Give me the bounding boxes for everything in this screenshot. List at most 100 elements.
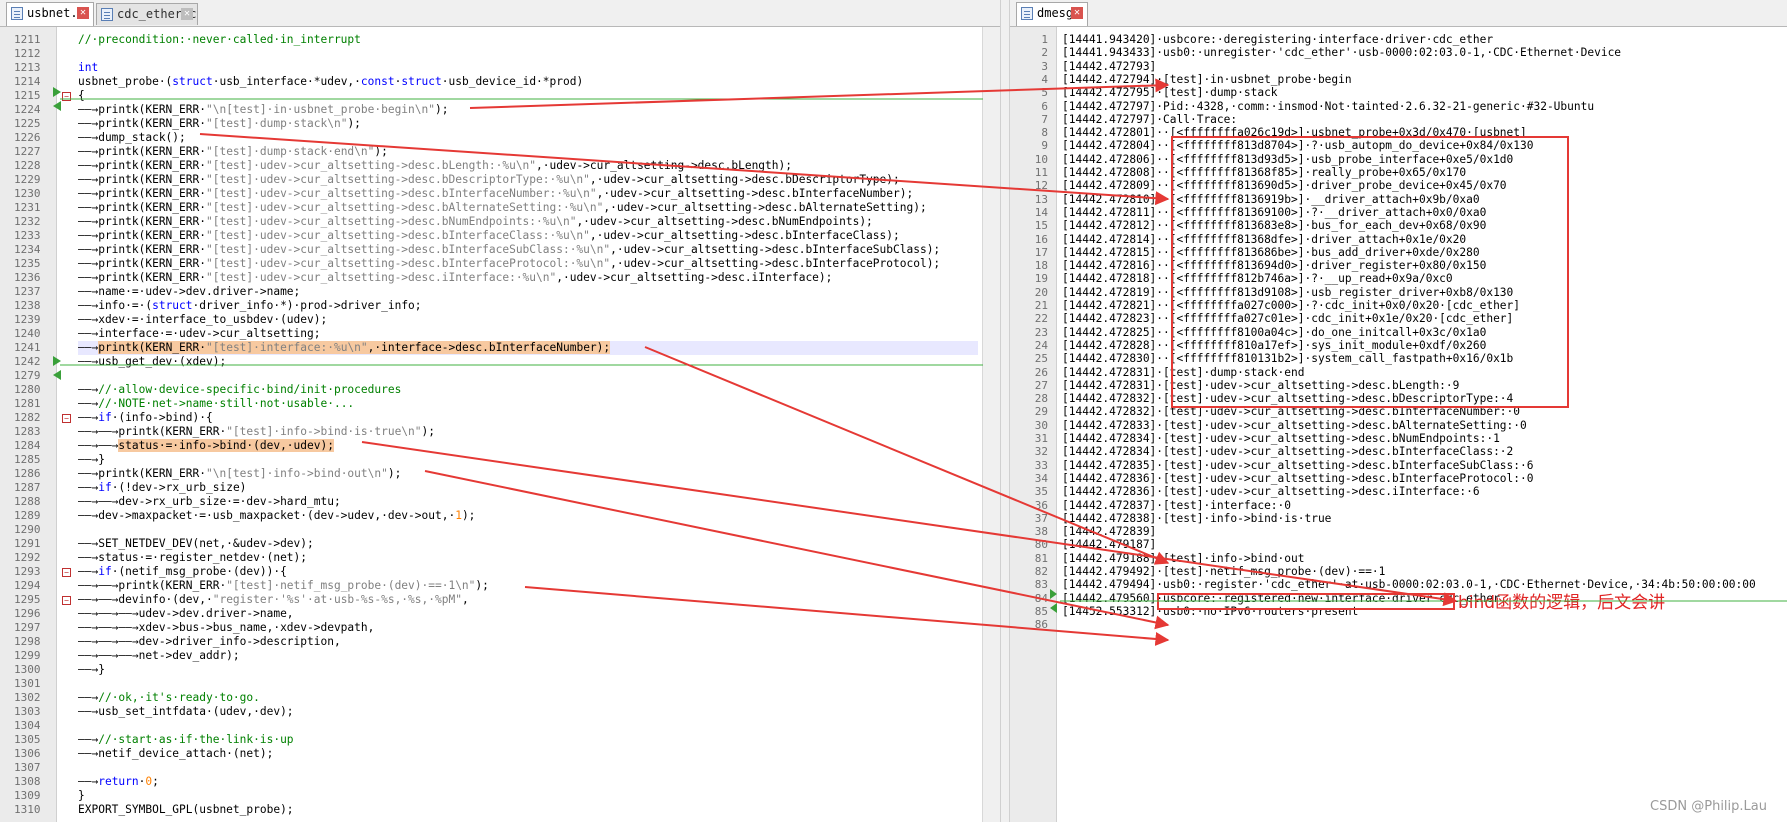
code-line[interactable]: ——→interface·=·udev->cur_altsetting;	[78, 327, 320, 341]
log-line[interactable]: [14442.472834]·[test]·udev->cur_altsetti…	[1062, 445, 1513, 459]
log-line[interactable]: [14442.472821]··[<ffffffffa027c000>]·?·c…	[1062, 299, 1520, 313]
code-line[interactable]: ——→printk(KERN_ERR·"[test]·udev->cur_alt…	[78, 173, 900, 187]
log-line[interactable]: [14442.479188]·[test]·info->bind·out	[1062, 552, 1304, 566]
log-line[interactable]: [14442.472804]··[<ffffffff813d8704>]·?·u…	[1062, 139, 1533, 153]
code-line[interactable]: ——→if·(info->bind)·{	[78, 411, 213, 425]
log-line[interactable]: [14442.472832]·[test]·udev->cur_altsetti…	[1062, 405, 1520, 419]
log-line[interactable]: [14442.472808]··[<ffffffff81368f85>]·rea…	[1062, 166, 1466, 180]
log-line[interactable]: [14442.472828]··[<ffffffff810a17ef>]·sys…	[1062, 339, 1486, 353]
code-line[interactable]: ——→printk(KERN_ERR·"[test]·udev->cur_alt…	[78, 201, 927, 215]
log-line[interactable]: [14442.472836]·[test]·udev->cur_altsetti…	[1062, 472, 1533, 486]
pane-splitter[interactable]	[1000, 0, 1010, 822]
log-line[interactable]: [14442.472810]··[<ffffffff8136919b>]·__d…	[1062, 193, 1480, 207]
code-line[interactable]: ——→——→——→xdev->bus->bus_name,·xdev->devp…	[78, 621, 374, 635]
log-line[interactable]: [14442.472831]·[test]·udev->cur_altsetti…	[1062, 379, 1459, 393]
code-line[interactable]: ——→printk(KERN_ERR·"[test]·dump·stack\n"…	[78, 117, 361, 131]
code-line[interactable]: ——→netif_device_attach·(net);	[78, 747, 273, 761]
log-line[interactable]: [14442.472811]··[<ffffffff81369100>]·?·_…	[1062, 206, 1486, 220]
log-line[interactable]: [14442.472830]··[<ffffffff810131b2>]·sys…	[1062, 352, 1513, 366]
code-line[interactable]: ——→usb_set_intfdata·(udev,·dev);	[78, 705, 294, 719]
code-line[interactable]: ——→printk(KERN_ERR·"[test]·udev->cur_alt…	[78, 215, 873, 229]
code-line[interactable]: ——→}	[78, 453, 105, 467]
log-line[interactable]: [14442.472815]··[<ffffffff813686be>]·bus…	[1062, 246, 1480, 260]
log-line[interactable]: [14442.472797]·Pid:·4328,·comm:·insmod·N…	[1062, 100, 1594, 114]
code-line[interactable]: ——→info·=·(struct·driver_info·*)·prod->d…	[78, 299, 422, 313]
code-line[interactable]: ——→//·NOTE·net->name·still·not·usable·..…	[78, 397, 354, 411]
log-line[interactable]: [14442.472831]·[test]·dump·stack·end	[1062, 366, 1304, 380]
tab-usbnet-c[interactable]: usbnet.c ✕	[6, 2, 94, 26]
log-line[interactable]: [14442.472801]··[<ffffffffa026c19d>]·usb…	[1062, 126, 1527, 140]
log-line[interactable]: [14441.943433]·usb0:·unregister·'cdc_eth…	[1062, 46, 1621, 60]
vertical-scrollbar[interactable]	[982, 27, 1000, 822]
code-line[interactable]: int	[78, 61, 98, 75]
log-line[interactable]: [14442.472818]··[<ffffffff812b746a>]·?·_…	[1062, 272, 1453, 286]
tab-cdc-ether-c[interactable]: cdc_ether.c ✕	[96, 3, 198, 25]
code-line[interactable]: ——→xdev·=·interface_to_usbdev·(udev);	[78, 313, 327, 327]
code-line[interactable]: ——→printk(KERN_ERR·"[test]·udev->cur_alt…	[78, 229, 900, 243]
code-line[interactable]: ——→——→printk(KERN_ERR·"[test]·netif_msg_…	[78, 579, 489, 593]
code-line[interactable]: ——→//·ok,·it's·ready·to·go.	[78, 691, 260, 705]
code-line[interactable]: ——→printk(KERN_ERR·"[test]·udev->cur_alt…	[78, 187, 913, 201]
code-line[interactable]: ——→printk(KERN_ERR·"[test]·udev->cur_alt…	[78, 257, 940, 271]
log-line[interactable]: [14442.472823]··[<ffffffffa027c01e>]·cdc…	[1062, 312, 1513, 326]
log-line[interactable]: [14442.479187]	[1062, 538, 1156, 552]
code-line[interactable]: {	[78, 89, 85, 103]
code-line[interactable]: EXPORT_SYMBOL_GPL(usbnet_probe);	[78, 803, 294, 817]
log-line[interactable]: [14442.472825]··[<ffffffff8100a04c>]·do_…	[1062, 326, 1486, 340]
log-line[interactable]: [14442.472837]·[test]·interface:·0	[1062, 499, 1291, 513]
code-line[interactable]: ——→SET_NETDEV_DEV(net,·&udev->dev);	[78, 537, 314, 551]
fold-toggle-icon[interactable]: −	[62, 92, 71, 101]
log-line[interactable]: [14442.472806]··[<ffffffff813d93d5>]·usb…	[1062, 153, 1513, 167]
log-line[interactable]: [14442.472794]·[test]·in·usbnet_probe·be…	[1062, 73, 1352, 87]
code-line[interactable]: ——→printk(KERN_ERR·"[test]·udev->cur_alt…	[78, 271, 832, 285]
code-line[interactable]: ——→——→——→net->dev_addr);	[78, 649, 240, 663]
log-line[interactable]: [14442.472793]	[1062, 60, 1156, 74]
close-tab-icon[interactable]: ✕	[1071, 7, 1083, 19]
code-line[interactable]: }	[78, 789, 85, 803]
code-line[interactable]: ——→——→devinfo·(dev,·"register·'%s'·at·us…	[78, 593, 469, 607]
code-line[interactable]: ——→printk(KERN_ERR·"[test]·interface:·%u…	[78, 341, 611, 355]
code-line[interactable]: ——→printk(KERN_ERR·"\n[test]·in·usbnet_p…	[78, 103, 448, 117]
code-line[interactable]: //·precondition:·never·called·in_interru…	[78, 33, 361, 47]
code-line[interactable]: ——→if·(!dev->rx_urb_size)	[78, 481, 246, 495]
close-tab-icon[interactable]: ✕	[181, 8, 193, 20]
log-line[interactable]: [14442.472835]·[test]·udev->cur_altsetti…	[1062, 459, 1533, 473]
code-line[interactable]: ——→printk(KERN_ERR·"[test]·udev->cur_alt…	[78, 243, 940, 257]
code-line[interactable]: ——→printk(KERN_ERR·"\n[test]·info->bind·…	[78, 467, 401, 481]
code-line[interactable]: ——→return·0;	[78, 775, 159, 789]
code-line[interactable]: ——→//·allow·device-specific·bind/init·pr…	[78, 383, 401, 397]
log-line[interactable]: [14442.479560]·usbcore:·registered·new·i…	[1062, 592, 1500, 606]
code-line[interactable]: ——→——→printk(KERN_ERR·"[test]·info->bind…	[78, 425, 435, 439]
fold-toggle-icon[interactable]: −	[62, 568, 71, 577]
code-line[interactable]: usbnet_probe·(struct·usb_interface·*udev…	[78, 75, 583, 89]
log-line[interactable]: [14442.472832]·[test]·udev->cur_altsetti…	[1062, 392, 1513, 406]
log-line[interactable]: [14452.553312]·usb0:·no·IPv6·routers·pre…	[1062, 605, 1358, 619]
log-line[interactable]: [14442.479492]·[test]·netif_msg_probe·(d…	[1062, 565, 1385, 579]
log-line[interactable]: [14442.472809]··[<ffffffff813690d5>]·dri…	[1062, 179, 1507, 193]
code-line[interactable]: ——→if·(netif_msg_probe·(dev))·{	[78, 565, 287, 579]
fold-toggle-icon[interactable]: −	[62, 596, 71, 605]
log-line[interactable]: [14442.472838]·[test]·info->bind·is·true	[1062, 512, 1331, 526]
code-line[interactable]: ——→——→——→dev->driver_info->description,	[78, 635, 341, 649]
code-line[interactable]: ——→status·=·register_netdev·(net);	[78, 551, 307, 565]
log-line[interactable]: [14442.472839]	[1062, 525, 1156, 539]
tab-dmesg[interactable]: dmesg ✕	[1016, 2, 1088, 26]
log-line[interactable]: [14442.472797]·Call·Trace:	[1062, 113, 1237, 127]
log-line[interactable]: [14442.472812]··[<ffffffff813683e8>]·bus…	[1062, 219, 1486, 233]
log-line[interactable]: [14442.472816]··[<ffffffff813694d0>]·dri…	[1062, 259, 1486, 273]
code-line[interactable]: ——→usb_get_dev·(xdev);	[78, 355, 226, 369]
log-line[interactable]: [14442.472795]·[test]·dump·stack	[1062, 86, 1278, 100]
code-line[interactable]: ——→//·start·as·if·the·link·is·up	[78, 733, 294, 747]
code-line[interactable]: ——→printk(KERN_ERR·"[test]·udev->cur_alt…	[78, 159, 792, 173]
code-line[interactable]: ——→dump_stack();	[78, 131, 186, 145]
fold-toggle-icon[interactable]: −	[62, 414, 71, 423]
code-line[interactable]: ——→dev->maxpacket·=·usb_maxpacket·(dev->…	[78, 509, 475, 523]
code-line[interactable]: ——→}	[78, 663, 105, 677]
log-line[interactable]: [14442.472819]··[<ffffffff813d9108>]·usb…	[1062, 286, 1513, 300]
log-line[interactable]: [14442.472834]·[test]·udev->cur_altsetti…	[1062, 432, 1500, 446]
close-tab-icon[interactable]: ✕	[77, 7, 89, 19]
log-line[interactable]: [14442.472836]·[test]·udev->cur_altsetti…	[1062, 485, 1480, 499]
code-line[interactable]: ——→printk(KERN_ERR·"[test]·dump·stack·en…	[78, 145, 388, 159]
log-line[interactable]: [14442.472814]··[<ffffffff81368dfe>]·dri…	[1062, 233, 1466, 247]
code-line[interactable]: ——→——→——→udev->dev.driver->name,	[78, 607, 294, 621]
